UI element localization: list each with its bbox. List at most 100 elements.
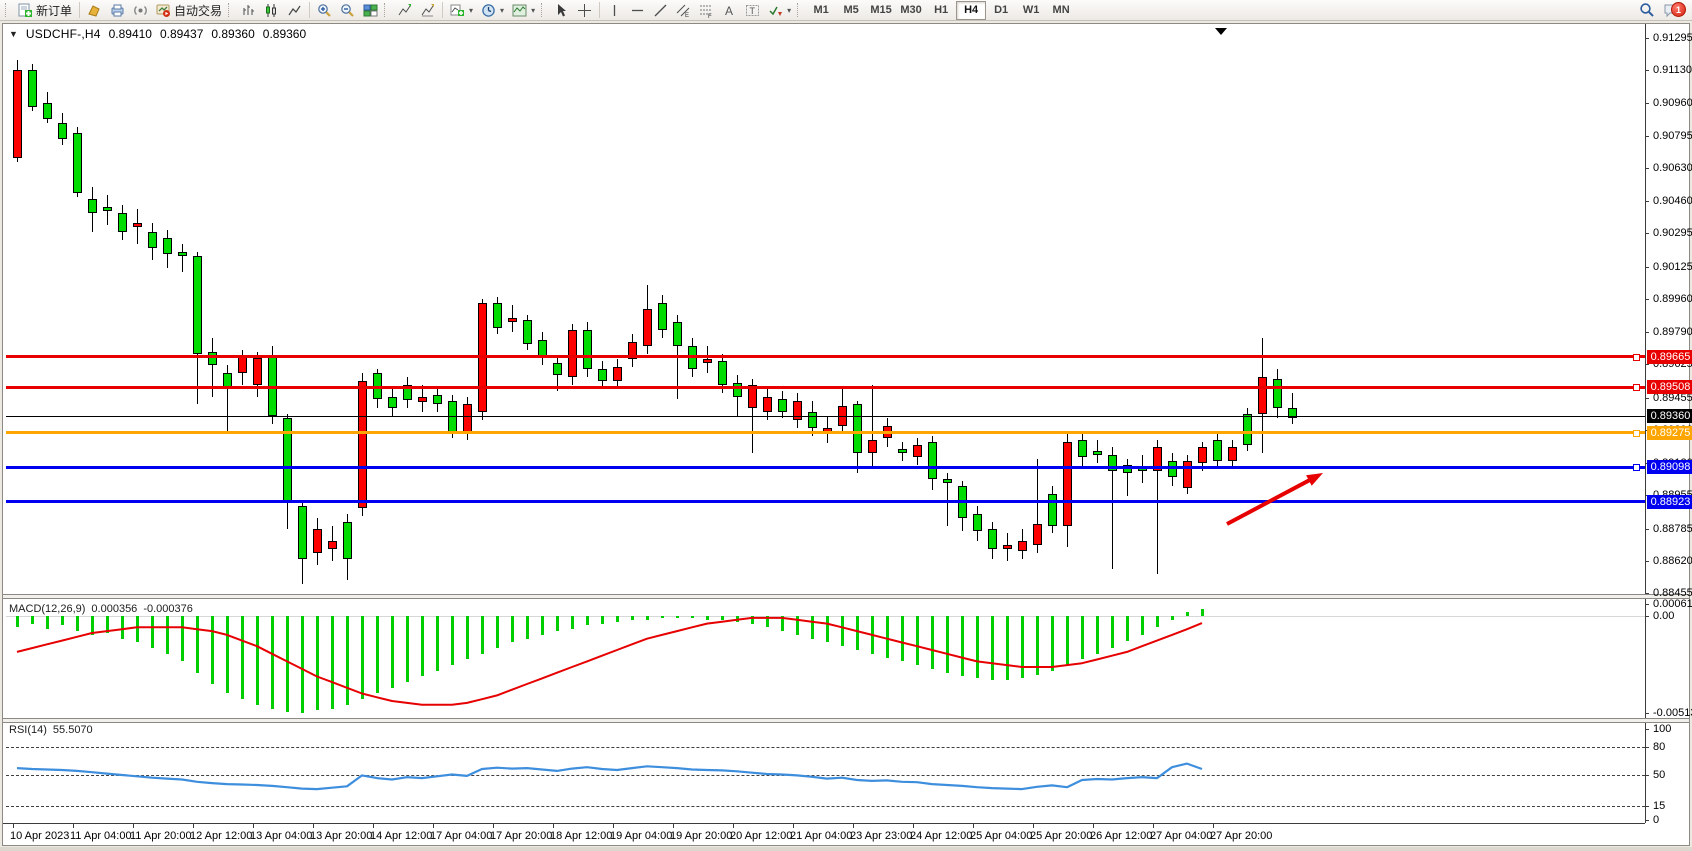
timeframe-m5-button[interactable]: M5 [836,1,866,20]
notifications-button[interactable]: 1 [1659,0,1689,20]
vertical-line-tool-button[interactable] [603,0,626,20]
time-axis-label[interactable]: 17 Apr 04:00 [430,830,492,842]
time-axis-label[interactable]: 27 Apr 20:00 [1210,830,1272,842]
price-line-0.89275[interactable] [6,431,1645,434]
time-axis-label[interactable]: 20 Apr 12:00 [730,830,792,842]
time-axis-tick [193,824,194,828]
auto-trading-icon [156,3,171,18]
time-axis-label[interactable]: 24 Apr 12:00 [910,830,972,842]
price-axis-label[interactable]: 0.90630 [1653,162,1692,174]
price-axis-label[interactable]: 0.90295 [1653,227,1692,239]
price-axis-label[interactable]: 0.91130 [1653,64,1692,76]
price-axis-label[interactable]: 0.89790 [1653,326,1692,338]
macd-bar [661,616,664,618]
time-axis-label[interactable]: 13 Apr 04:00 [250,830,312,842]
price-line-0.88923[interactable] [6,500,1645,503]
time-axis-label[interactable]: 26 Apr 12:00 [1090,830,1152,842]
price-axis-label[interactable]: 0.89960 [1653,293,1692,305]
macd-bar [286,616,289,712]
channel-tool-button[interactable]: E [672,0,695,20]
macd-bar [316,616,319,710]
print-button[interactable] [106,0,129,20]
search-button[interactable] [1635,0,1659,20]
price-axis-label[interactable]: 0.90960 [1653,97,1692,109]
price-axis-label[interactable]: 0.88455 [1653,587,1692,599]
toolbar-grip[interactable] [384,3,389,17]
time-axis-label[interactable]: 17 Apr 20:00 [490,830,552,842]
time-axis-label[interactable]: 12 Apr 12:00 [190,830,252,842]
chevron-down-icon: ▾ [787,6,791,15]
fibonacci-tool-button[interactable]: F [695,0,718,20]
templates-button[interactable]: ▾ [508,0,539,20]
tile-windows-button[interactable] [359,0,382,20]
time-axis-label[interactable]: 25 Apr 20:00 [1030,830,1092,842]
line-handle[interactable] [1633,354,1640,361]
price-line-0.89098[interactable] [6,466,1645,469]
macd-bar [106,616,109,633]
zoom-in-button[interactable] [313,0,336,20]
rsi-axis-label: 80 [1653,741,1665,753]
timeframe-m1-button[interactable]: M1 [806,1,836,20]
price-axis-label[interactable]: 0.90460 [1653,195,1692,207]
svg-text:T: T [750,6,756,16]
time-axis-label[interactable]: 23 Apr 23:00 [850,830,912,842]
time-axis-label[interactable]: 18 Apr 12:00 [550,830,612,842]
line-handle[interactable] [1633,430,1640,437]
price-axis-label[interactable]: 0.90795 [1653,130,1692,142]
price-axis-label[interactable]: 0.88620 [1653,555,1692,567]
line-handle[interactable] [1633,384,1640,391]
price-axis-label[interactable]: 0.88785 [1653,523,1692,535]
new-order-button[interactable]: 新订单 [14,0,76,20]
price-axis-label[interactable]: 0.90125 [1653,261,1692,273]
time-axis-label[interactable]: 19 Apr 04:00 [610,830,672,842]
time-axis-tick [493,824,494,828]
time-axis-label[interactable]: 14 Apr 12:00 [370,830,432,842]
timeframe-m30-button[interactable]: M30 [896,1,926,20]
chart-window[interactable]: ▼ USDCHF-,H4 0.89410 0.89437 0.89360 0.8… [2,23,1690,846]
toolbar-grip[interactable] [541,3,546,17]
time-axis-label[interactable]: 10 Apr 2023 [10,830,69,842]
trendline-tool-button[interactable] [649,0,672,20]
arrows-tool-button[interactable]: ▾ [764,0,795,20]
chart-plot-area[interactable]: 0.91295 0.91130 0.90960 0.90795 0.90630 0.904… [3,24,1689,845]
price-axis-label[interactable]: 0.91295 [1653,32,1692,44]
timeframe-mn-button[interactable]: MN [1046,1,1076,20]
timeframe-w1-button[interactable]: W1 [1016,1,1046,20]
time-axis-label[interactable]: 25 Apr 04:00 [970,830,1032,842]
bar-chart-button[interactable] [237,0,260,20]
price-line-0.89360[interactable] [6,416,1645,417]
signal-button[interactable] [129,0,152,20]
toolbar-grip[interactable] [5,3,10,17]
candlestick-chart-button[interactable] [260,0,283,20]
time-axis-label[interactable]: 19 Apr 20:00 [670,830,732,842]
timeframe-h1-button[interactable]: H1 [926,1,956,20]
toolbar-grip[interactable] [797,3,802,17]
crosshair-tool-button[interactable] [573,0,596,20]
timeframe-m15-button[interactable]: M15 [866,1,896,20]
line-handle[interactable] [1633,464,1640,471]
periods-button[interactable]: ▾ [477,0,508,20]
text-tool-button[interactable]: A [718,0,741,20]
time-axis-label[interactable]: 21 Apr 04:00 [790,830,852,842]
time-axis-label[interactable]: 11 Apr 20:00 [130,830,192,842]
indicators-list-button[interactable] [393,0,416,20]
indicator-settings-button[interactable] [416,0,439,20]
time-axis-label[interactable]: 27 Apr 04:00 [1150,830,1212,842]
add-indicator-button[interactable]: ▾ [446,0,477,20]
auto-trading-button[interactable]: 自动交易 [152,0,226,20]
price-line-0.89508[interactable] [6,386,1645,389]
cursor-tool-button[interactable] [550,0,573,20]
timeframe-h4-button[interactable]: H4 [956,1,986,20]
publish-button[interactable] [83,0,106,20]
candle [253,358,262,385]
price-axis-tick [1645,201,1649,202]
time-axis-label[interactable]: 11 Apr 04:00 [70,830,132,842]
line-chart-button[interactable] [283,0,306,20]
price-line-0.89665[interactable] [6,355,1645,358]
zoom-out-button[interactable] [336,0,359,20]
text-label-tool-button[interactable]: T [741,0,764,20]
horizontal-line-tool-button[interactable] [626,0,649,20]
toolbar-grip[interactable] [228,3,233,17]
timeframe-d1-button[interactable]: D1 [986,1,1016,20]
time-axis-label[interactable]: 13 Apr 20:00 [310,830,372,842]
